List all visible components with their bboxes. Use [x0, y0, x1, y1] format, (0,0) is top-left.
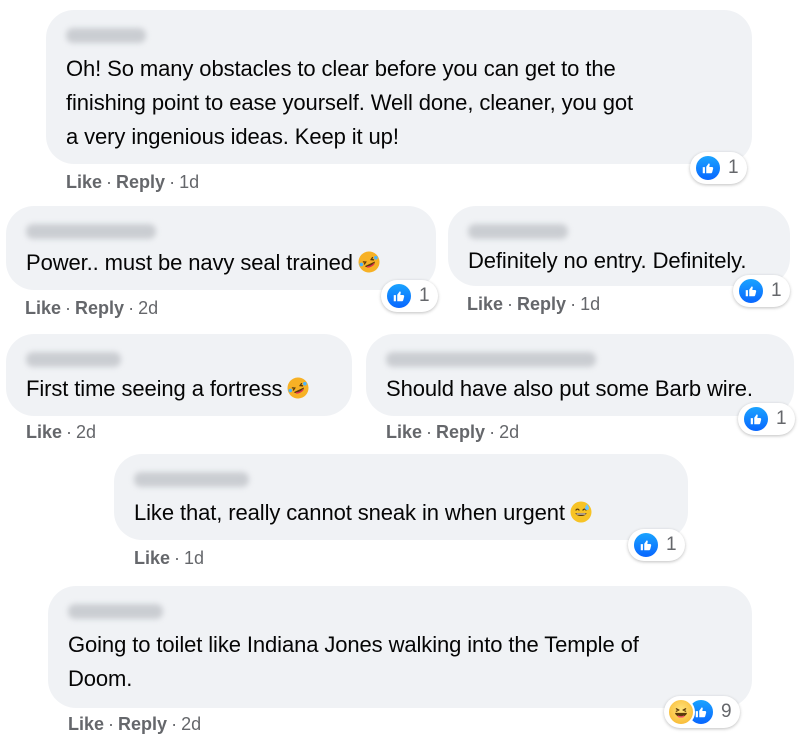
like-icon — [742, 405, 770, 433]
like-icon — [737, 277, 765, 305]
comment-bubble: Power.. must be navy seal trained — [6, 206, 436, 290]
comment-actions: Like · Reply · 1d — [467, 294, 601, 314]
reply-link[interactable]: Reply — [118, 714, 167, 734]
timestamp[interactable]: 2d — [76, 422, 96, 442]
commenter-name-blurred[interactable] — [134, 472, 249, 487]
timestamp[interactable]: 2d — [181, 714, 201, 734]
comment-text: Power.. must be navy seal trained — [26, 246, 381, 280]
commenter-name-blurred[interactable] — [26, 352, 121, 367]
comment-text: Like that, really cannot sneak in when u… — [134, 496, 593, 530]
reply-link[interactable]: Reply — [75, 298, 124, 318]
like-icon — [632, 531, 660, 559]
commenter-name-blurred[interactable] — [68, 604, 163, 619]
comment-actions: Like · Reply · 2d — [25, 298, 159, 318]
reaction-count: 1 — [776, 408, 787, 429]
comment-text: Definitely no entry. Definitely. — [468, 248, 747, 273]
reaction-summary[interactable]: 9 — [664, 696, 740, 728]
reaction-summary[interactable]: 1 — [381, 280, 438, 312]
rofl-emoji — [286, 376, 310, 400]
comment-text: Oh! So many obstacles to clear before yo… — [66, 56, 634, 149]
reaction-count: 1 — [419, 285, 430, 306]
haha-icon — [667, 698, 695, 726]
comment-actions: Like · 1d — [134, 548, 205, 568]
like-link[interactable]: Like — [68, 714, 104, 734]
timestamp[interactable]: 1d — [179, 172, 199, 192]
reaction-count: 1 — [771, 280, 782, 301]
reaction-count: 9 — [721, 701, 732, 722]
reply-link[interactable]: Reply — [436, 422, 485, 442]
like-link[interactable]: Like — [467, 294, 503, 314]
comment-bubble: Oh! So many obstacles to clear before yo… — [46, 10, 752, 164]
comment-actions: Like · Reply · 2d — [386, 422, 520, 442]
comment-bubble: First time seeing a fortress — [6, 334, 352, 416]
comment-actions: Like · Reply · 2d — [68, 714, 202, 734]
commenter-name-blurred[interactable] — [66, 28, 146, 43]
comment-bubble: Should have also put some Barb wire. — [366, 334, 794, 416]
commenter-name-blurred[interactable] — [26, 224, 156, 239]
reaction-summary[interactable]: 1 — [628, 529, 685, 561]
comment-bubble: Going to toilet like Indiana Jones walki… — [48, 586, 752, 708]
reaction-count: 1 — [666, 534, 677, 555]
reaction-summary[interactable]: 1 — [690, 152, 747, 184]
reaction-summary[interactable]: 1 — [733, 275, 790, 307]
like-icon — [385, 282, 413, 310]
reply-link[interactable]: Reply — [116, 172, 165, 192]
like-link[interactable]: Like — [134, 548, 170, 568]
timestamp[interactable]: 2d — [499, 422, 519, 442]
timestamp[interactable]: 2d — [138, 298, 158, 318]
like-link[interactable]: Like — [386, 422, 422, 442]
commenter-name-blurred[interactable] — [468, 224, 568, 239]
like-link[interactable]: Like — [26, 422, 62, 442]
timestamp[interactable]: 1d — [580, 294, 600, 314]
commenter-name-blurred[interactable] — [386, 352, 596, 367]
sweat-smile-emoji — [569, 500, 593, 524]
comment-text: Going to toilet like Indiana Jones walki… — [68, 632, 639, 691]
comment-bubble: Definitely no entry. Definitely. — [448, 206, 790, 286]
comment-actions: Like · Reply · 1d — [66, 172, 200, 192]
comment-bubble: Like that, really cannot sneak in when u… — [114, 454, 688, 540]
comment-text: Should have also put some Barb wire. — [386, 376, 753, 401]
timestamp[interactable]: 1d — [184, 548, 204, 568]
like-icon — [694, 154, 722, 182]
reply-link[interactable]: Reply — [517, 294, 566, 314]
rofl-emoji — [357, 250, 381, 274]
like-link[interactable]: Like — [66, 172, 102, 192]
comment-text: First time seeing a fortress — [26, 372, 310, 406]
like-link[interactable]: Like — [25, 298, 61, 318]
reaction-count: 1 — [728, 157, 739, 178]
comment-actions: Like · 2d — [26, 422, 97, 442]
reaction-summary[interactable]: 1 — [738, 403, 795, 435]
